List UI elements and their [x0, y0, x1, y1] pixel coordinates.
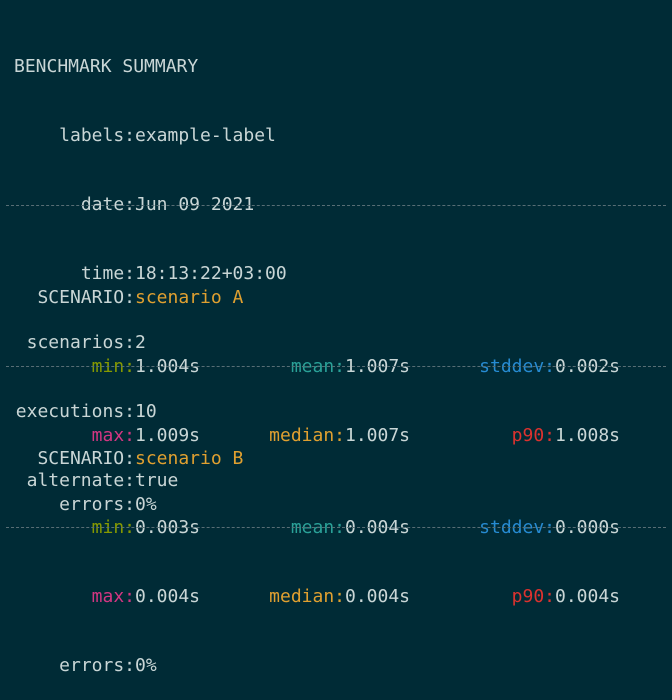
p90-value: 0.004s	[555, 586, 621, 607]
scenario-key: SCENARIO:	[37, 448, 135, 469]
separator-line	[6, 527, 666, 528]
labels-key: labels:	[59, 125, 135, 146]
errors-row: errors: 0%	[14, 654, 620, 677]
scenario-block: SCENARIO: scenario B min: 0.003s mean: 0.…	[14, 401, 620, 700]
errors-value: 0%	[135, 655, 157, 676]
labels-row: labels: example-label	[14, 124, 287, 147]
scenario-name: scenario A	[135, 287, 244, 308]
max-key: max:	[91, 586, 135, 607]
max-value: 0.004s	[135, 586, 201, 607]
separator-line	[6, 205, 666, 206]
scenario-header: SCENARIO: scenario A	[14, 286, 620, 309]
errors-key: errors:	[59, 655, 135, 676]
median-key: median:	[269, 586, 345, 607]
stats-row-2: max: 0.004s median: 0.004s p90: 0.004s	[14, 585, 620, 608]
summary-title: BENCHMARK SUMMARY	[14, 55, 287, 78]
scenario-header: SCENARIO: scenario B	[14, 447, 620, 470]
scenario-name: scenario B	[135, 448, 244, 469]
median-value: 0.004s	[345, 586, 411, 607]
separator-line	[6, 366, 666, 367]
labels-value: example-label	[135, 125, 276, 146]
scenario-key: SCENARIO:	[37, 287, 135, 308]
summary-title-text: BENCHMARK SUMMARY	[14, 56, 199, 77]
p90-key: p90:	[511, 586, 555, 607]
